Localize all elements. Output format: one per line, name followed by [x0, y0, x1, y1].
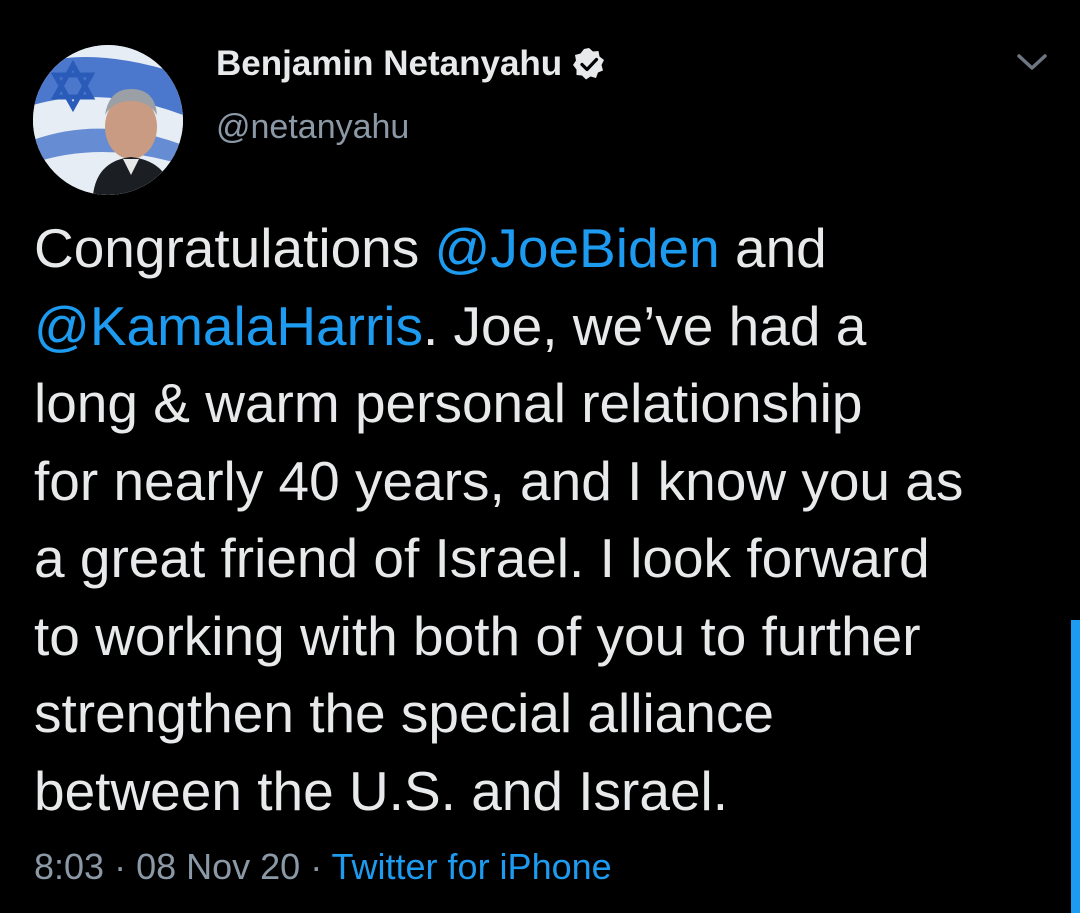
tweet-card: Benjamin Netanyahu @netanyahu Congratula…	[0, 0, 1080, 913]
tweet-meta: 8:03 · 08 Nov 20 · Twitter for iPhone	[34, 846, 612, 888]
user-handle[interactable]: @netanyahu	[216, 108, 409, 147]
display-name[interactable]: Benjamin Netanyahu	[216, 44, 562, 84]
mention-link-kamalaharris[interactable]: @KamalaHarris	[34, 295, 423, 357]
tweet-text-segment: . Joe, we’ve had a long & warm personal …	[34, 294, 964, 822]
meta-separator: ·	[104, 846, 137, 887]
avatar[interactable]	[33, 45, 183, 195]
avatar-image	[33, 45, 183, 195]
scrollbar[interactable]	[1071, 620, 1080, 913]
tweet-time[interactable]: 8:03	[34, 846, 104, 887]
tweet-text: Congratulations @JoeBiden and @KamalaHar…	[34, 210, 1064, 830]
meta-separator: ·	[300, 846, 332, 887]
tweet-text-segment: Congratulations	[34, 217, 435, 279]
tweet-date[interactable]: 08 Nov 20	[136, 846, 300, 887]
name-row: Benjamin Netanyahu	[216, 40, 606, 88]
verified-badge-icon	[572, 47, 606, 81]
chevron-down-icon[interactable]	[1012, 48, 1052, 76]
tweet-source-link[interactable]: Twitter for iPhone	[332, 846, 612, 887]
mention-link-joebiden[interactable]: @JoeBiden	[435, 217, 720, 279]
tweet-text-segment: and	[734, 217, 827, 279]
